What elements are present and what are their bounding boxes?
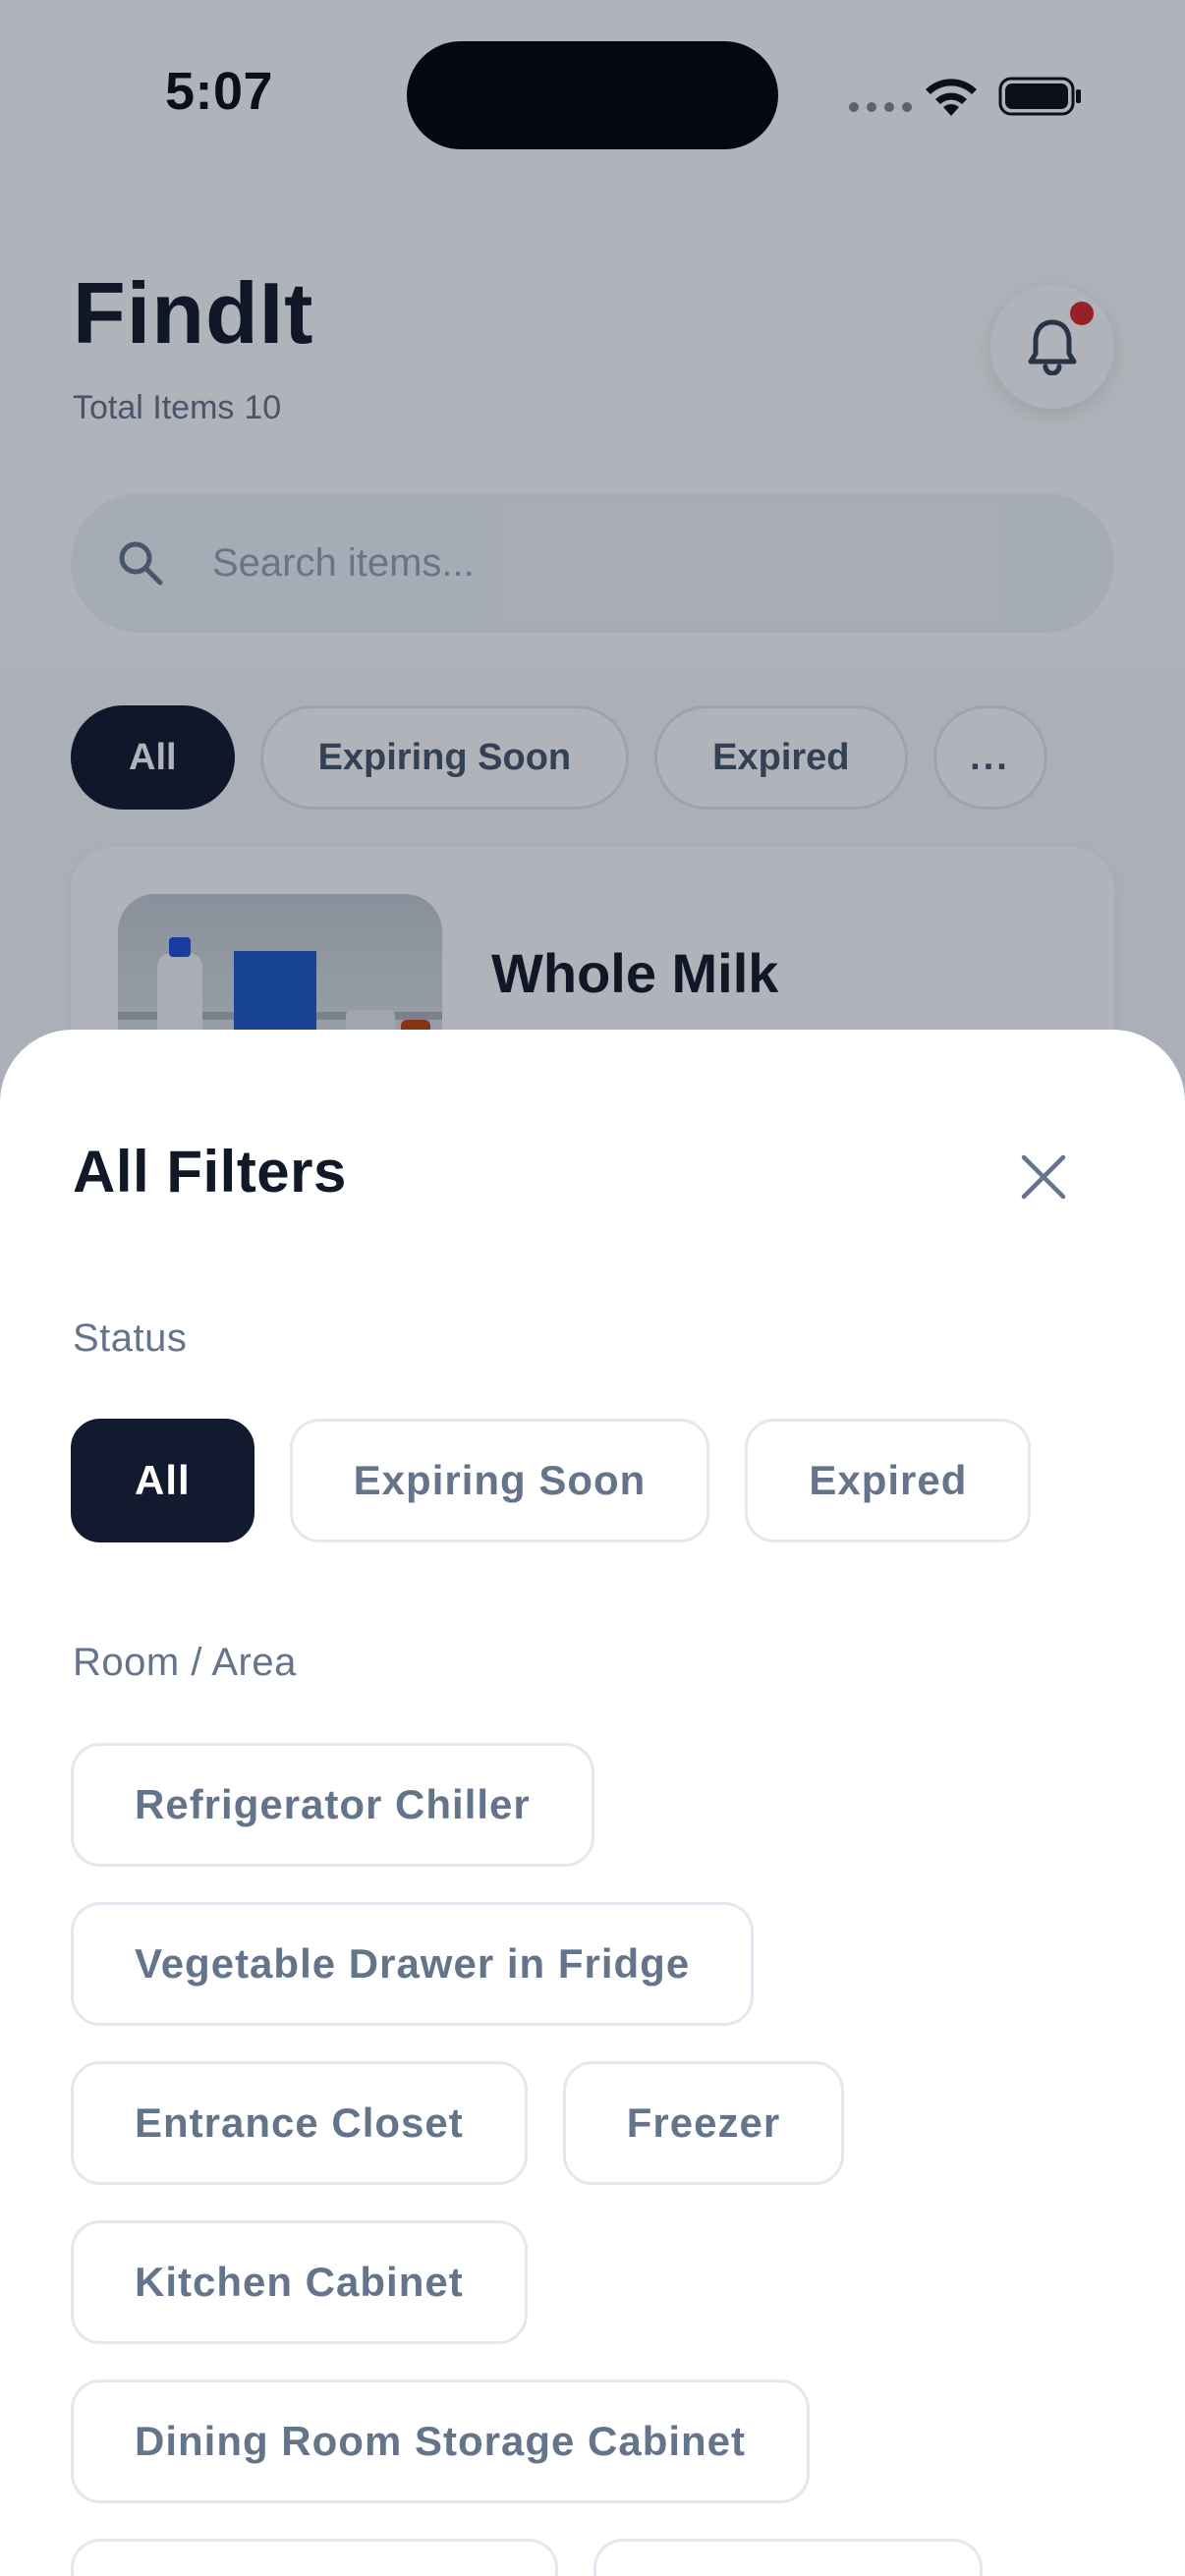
room-filter-refrigerator-chiller[interactable]: Refrigerator Chiller [71,1743,594,1867]
close-button[interactable] [1006,1140,1081,1214]
room-filter-partial[interactable] [71,2539,558,2576]
filters-sheet: All Filters Status All Expiring Soon Exp… [0,1030,1185,2576]
room-filter-partial[interactable] [593,2539,983,2576]
close-icon [1021,1154,1066,1200]
status-filter-group: All Expiring Soon Expired [71,1419,1032,1542]
status-filter-all[interactable]: All [71,1419,254,1542]
room-filter-freezer[interactable]: Freezer [562,2061,845,2185]
status-filter-expiring-soon[interactable]: Expiring Soon [289,1419,710,1542]
status-section-label: Status [73,1316,188,1360]
room-filter-vegetable-drawer[interactable]: Vegetable Drawer in Fridge [71,1902,755,2026]
room-filter-dining-room-storage-cabinet[interactable]: Dining Room Storage Cabinet [71,2380,811,2503]
sheet-title: All Filters [73,1139,347,1204]
status-filter-expired[interactable]: Expired [745,1419,1032,1542]
room-filter-entrance-closet[interactable]: Entrance Closet [71,2061,528,2185]
room-section-label: Room / Area [73,1641,297,1684]
room-filter-kitchen-cabinet[interactable]: Kitchen Cabinet [71,2220,528,2344]
room-filter-group: Refrigerator Chiller Vegetable Drawer in… [71,1743,1122,2576]
